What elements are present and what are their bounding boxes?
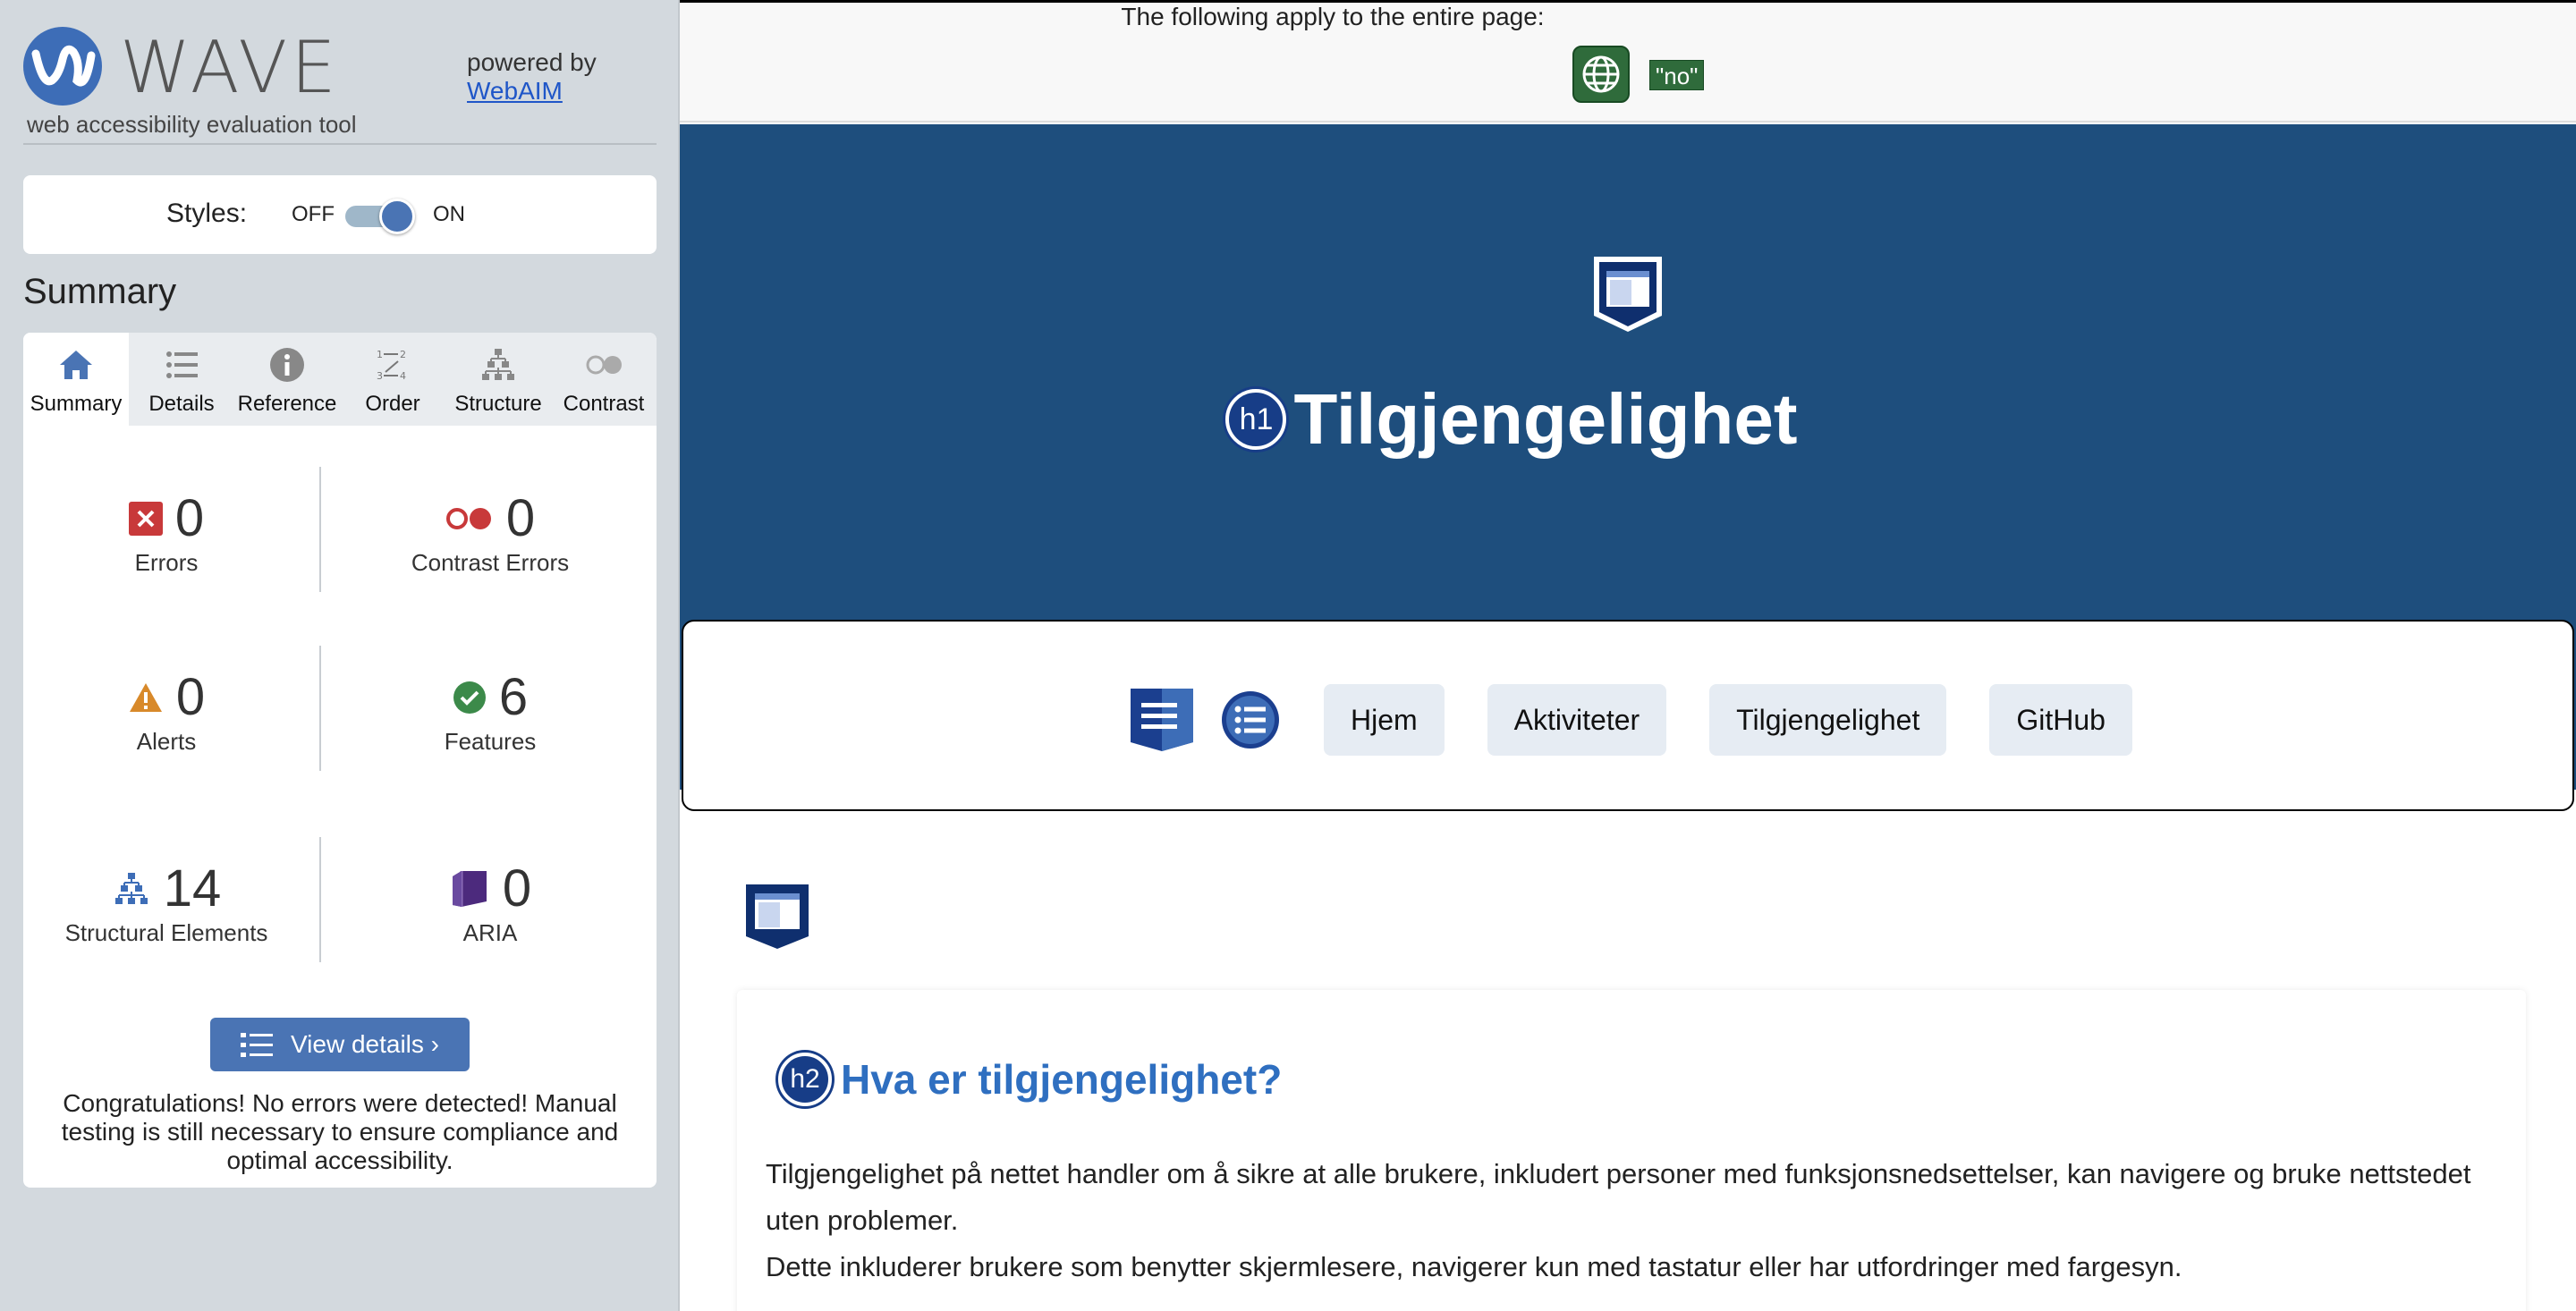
tab-label: Reference	[237, 392, 337, 416]
svg-text:4: 4	[400, 370, 406, 382]
wave-tagline: web accessibility evaluation tool	[27, 111, 357, 138]
page-wide-bar: The following apply to the entire page: …	[680, 3, 2576, 123]
contrast-errors-label: Contrast Errors	[411, 549, 570, 576]
list-icon	[166, 351, 198, 378]
h2-badge[interactable]: h2	[778, 1053, 832, 1106]
contrast-error-icon	[445, 508, 491, 529]
toggle-knob	[379, 199, 415, 234]
styles-toggle[interactable]	[343, 199, 415, 234]
paragraph-1: Tilgjengelighet på nettet handler om å s…	[766, 1158, 2471, 1236]
nav-link-aktiviteter[interactable]: Aktiviteter	[1487, 684, 1667, 756]
structure-icon	[482, 349, 514, 380]
errors-count: 0	[174, 489, 205, 547]
errors-label: Errors	[134, 549, 199, 576]
apply-text: The following apply to the entire page:	[1121, 3, 1545, 30]
styles-off-label: OFF	[292, 202, 335, 226]
wave-header: WAVE web accessibility evaluation tool p…	[23, 23, 657, 145]
structural-count: 14	[163, 859, 222, 918]
contrast-icon	[586, 355, 622, 375]
structure-icon	[114, 873, 148, 904]
styles-label: Styles:	[166, 199, 248, 228]
summary-card: Summary Details Reference 1 2 3 4 Order Str…	[23, 333, 657, 1188]
list-icon	[240, 1033, 273, 1057]
error-icon	[128, 502, 163, 536]
nav-landmark-icon[interactable]	[1129, 687, 1195, 753]
nav-link-github[interactable]: GitHub	[1989, 684, 2132, 756]
features-label: Features	[444, 728, 537, 755]
tab-structure[interactable]: Structure	[445, 333, 551, 426]
structural-stat[interactable]: 14 Structural Elements	[23, 862, 309, 947]
svg-text:2: 2	[400, 349, 406, 360]
tab-details[interactable]: Details	[129, 333, 234, 426]
tab-label: Structure	[454, 392, 542, 416]
contrast-errors-count: 0	[505, 489, 536, 547]
order-icon: 1 2 3 4	[377, 349, 406, 382]
summary-heading: Summary	[23, 272, 177, 311]
powered-by: powered by WebAIM	[467, 48, 597, 106]
view-details-label: View details ›	[290, 1030, 439, 1058]
tab-reference[interactable]: Reference	[234, 333, 340, 426]
page-title-row: h1 Tilgjengelighet	[680, 378, 2343, 461]
main-landmark-icon[interactable]	[744, 883, 810, 951]
nav-inner: Hjem Aktiviteter Tilgjengelighet GitHub	[1129, 684, 2132, 756]
stat-divider	[319, 646, 321, 771]
structural-label: Structural Elements	[64, 919, 268, 946]
info-icon	[270, 348, 304, 382]
unordered-list-icon[interactable]	[1220, 689, 1281, 750]
tab-label: Order	[365, 392, 420, 416]
section-heading-row: h2 Hva er tilgjengelighet?	[778, 1053, 1282, 1106]
alerts-stat[interactable]: 0 Alerts	[23, 671, 309, 756]
stat-divider	[319, 837, 321, 962]
home-icon	[60, 351, 92, 379]
navigation-bar: Hjem Aktiviteter Tilgjengelighet GitHub	[682, 620, 2574, 811]
styles-toggle-box: Styles: OFF ON	[23, 175, 657, 254]
tab-label: Contrast	[563, 392, 645, 416]
paragraph-2: Dette inkluderer brukere som benytter sk…	[766, 1251, 2182, 1282]
feature-check-icon	[453, 681, 486, 714]
aria-label: ARIA	[462, 919, 518, 946]
alert-icon	[129, 683, 162, 712]
svg-text:1: 1	[377, 349, 383, 360]
tab-order[interactable]: 1 2 3 4 Order	[340, 333, 445, 426]
nav-link-tilgjengelighet[interactable]: Tilgjengelighet	[1709, 684, 1947, 756]
aria-icon	[452, 871, 487, 907]
styles-on-label: ON	[433, 202, 465, 226]
aria-stat[interactable]: 0 ARIA	[347, 862, 633, 947]
language-badge[interactable]: "no"	[1649, 60, 1705, 90]
nav-link-hjem[interactable]: Hjem	[1324, 684, 1445, 756]
section-heading: Hva er tilgjengelighet?	[841, 1056, 1283, 1103]
stat-divider	[319, 467, 321, 592]
tab-label: Details	[148, 392, 215, 416]
wave-logo-icon	[23, 27, 102, 106]
wave-tabs: Summary Details Reference 1 2 3 4 Order Str…	[23, 333, 657, 426]
nav-icons	[1129, 687, 1281, 753]
page-title: Tilgjengelighet	[1293, 379, 1798, 459]
features-count: 6	[498, 668, 529, 726]
svg-text:3: 3	[377, 370, 383, 382]
contrast-errors-stat[interactable]: 0 Contrast Errors	[347, 492, 633, 577]
alerts-label: Alerts	[136, 728, 197, 755]
webaim-link[interactable]: WebAIM	[467, 77, 597, 106]
content-section: h2 Hva er tilgjengelighet? Tilgjengeligh…	[737, 990, 2526, 1311]
wave-logo-text: WAVE	[120, 26, 340, 109]
view-details-button[interactable]: View details ›	[210, 1018, 470, 1071]
congrats-message: Congratulations! No errors were detected…	[61, 1089, 619, 1174]
page-header: h1 Tilgjengelighet Hjem Aktiviteter Tilg…	[680, 124, 2576, 811]
h1-badge[interactable]: h1	[1225, 389, 1287, 450]
tab-contrast[interactable]: Contrast	[551, 333, 657, 426]
header-landmark-icon[interactable]	[1589, 255, 1667, 334]
section-text: Tilgjengelighet på nettet handler om å s…	[766, 1151, 2519, 1290]
errors-stat[interactable]: 0 Errors	[23, 492, 309, 577]
wave-sidebar: WAVE web accessibility evaluation tool p…	[0, 0, 680, 1311]
language-globe-icon[interactable]	[1572, 46, 1630, 103]
powered-by-label: powered by	[467, 48, 597, 76]
tab-label: Summary	[30, 392, 123, 416]
evaluated-page: The following apply to the entire page: …	[680, 0, 2576, 1311]
tab-summary[interactable]: Summary	[23, 333, 129, 426]
alerts-count: 0	[175, 668, 206, 726]
aria-count: 0	[502, 859, 532, 918]
features-stat[interactable]: 6 Features	[347, 671, 633, 756]
